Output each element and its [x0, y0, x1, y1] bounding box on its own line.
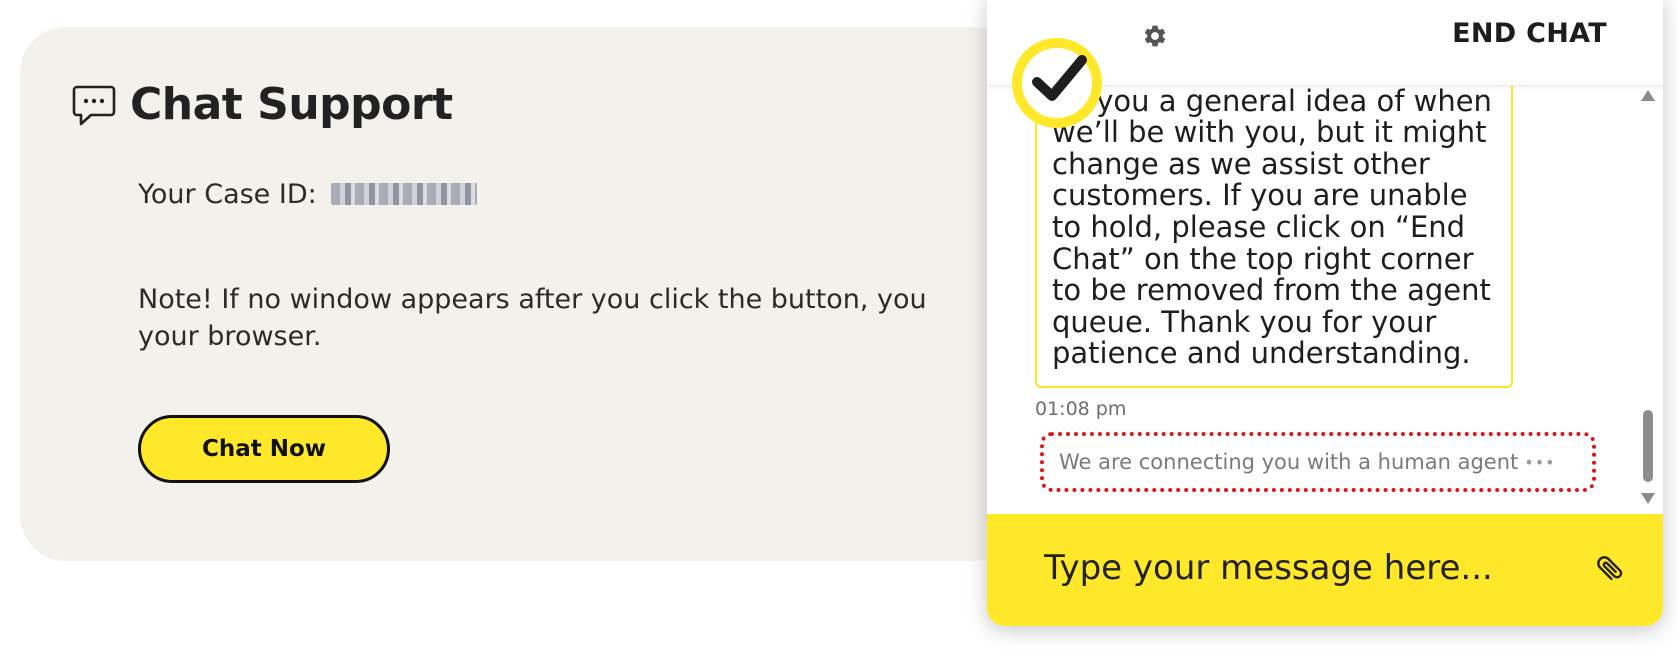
case-id-line: Your Case ID:	[138, 179, 478, 210]
chat-widget: END CHAT ve you a general idea of when w…	[987, 0, 1663, 626]
note-line-1: Note! If no window appears after you cli…	[138, 284, 927, 315]
typing-indicator: •••	[1524, 452, 1556, 472]
chat-bubble-icon	[72, 85, 116, 125]
message-input[interactable]	[1042, 540, 1562, 596]
page-title: Chat Support	[130, 79, 453, 130]
note-text: Note! If no window appears after you cli…	[138, 281, 1020, 355]
end-chat-button[interactable]: END CHAT	[1452, 18, 1607, 49]
chat-support-card: Chat Support Your Case ID: Note! If no w…	[20, 27, 1020, 561]
paperclip-icon[interactable]	[1592, 551, 1628, 587]
case-id-label: Your Case ID:	[138, 179, 317, 210]
chat-now-button[interactable]: Chat Now	[138, 415, 390, 483]
note-line-2: your browser.	[138, 321, 322, 352]
case-id-value-redacted	[331, 183, 478, 205]
scroll-up-arrow[interactable]	[1641, 90, 1655, 101]
gear-icon[interactable]	[1142, 23, 1168, 49]
connecting-status-text: We are connecting you with a human agent	[1059, 450, 1519, 474]
agent-message-text: ve you a general idea of when we’ll be w…	[1052, 86, 1492, 371]
scroll-thumb[interactable]	[1643, 410, 1653, 482]
connecting-status: We are connecting you with a human agent…	[1040, 432, 1596, 492]
message-input-bar	[987, 514, 1663, 626]
support-header: Chat Support	[70, 79, 453, 130]
messages-area: ve you a general idea of when we’ll be w…	[987, 86, 1663, 514]
messages-scrollbar[interactable]	[1641, 88, 1655, 506]
agent-message-bubble: ve you a general idea of when we’ll be w…	[1035, 86, 1513, 388]
scroll-down-arrow[interactable]	[1641, 493, 1655, 504]
checkmark-logo-icon	[1012, 38, 1102, 128]
message-timestamp: 01:08 pm	[1035, 398, 1127, 420]
